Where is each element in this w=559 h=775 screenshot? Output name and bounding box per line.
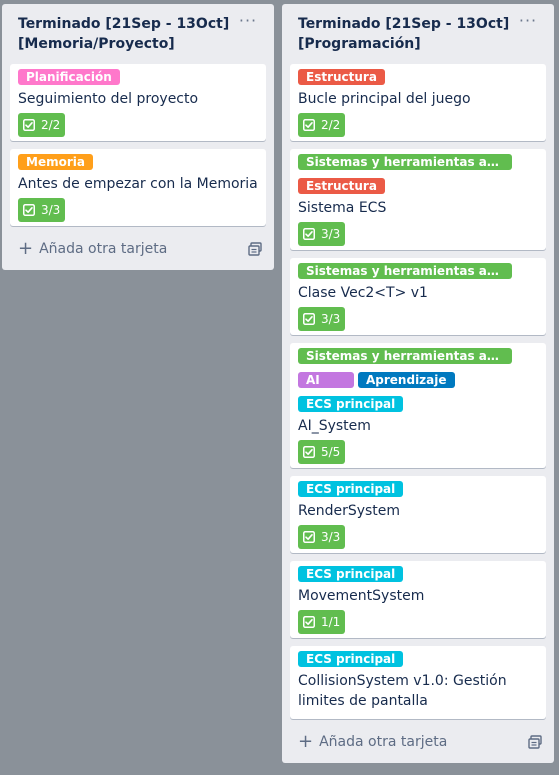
checklist-badge: 3/3 bbox=[298, 525, 346, 549]
card[interactable]: Sistemas y herramientas auxiliares Estruc… bbox=[290, 149, 546, 250]
list-menu-icon[interactable]: ··· bbox=[516, 12, 540, 36]
card-labels: Planificación bbox=[18, 69, 258, 89]
add-card-label: Añada otra tarjeta bbox=[39, 241, 168, 257]
checklist-icon bbox=[23, 204, 35, 216]
checklist-badge: 2/2 bbox=[18, 113, 66, 137]
card-labels: Sistemas y herramientas auxiliares AIApre… bbox=[298, 348, 538, 416]
checklist-icon bbox=[303, 446, 315, 458]
card[interactable]: Estructura Bucle principal del juego 2/2 bbox=[290, 64, 546, 141]
card-title: RenderSystem bbox=[298, 503, 401, 519]
card-label[interactable]: Aprendizaje bbox=[358, 372, 455, 388]
card-labels: ECS principal bbox=[298, 481, 538, 501]
card-title: Bucle principal del juego bbox=[298, 91, 471, 107]
card[interactable]: Planificación Seguimiento del proyecto 2/2 bbox=[10, 64, 266, 141]
add-card-button[interactable]: + Añada otra tarjeta bbox=[298, 733, 447, 751]
card-labels: Memoria bbox=[18, 154, 258, 174]
plus-icon: + bbox=[18, 238, 34, 259]
checklist-icon bbox=[303, 616, 315, 628]
card-label[interactable]: ECS principal bbox=[298, 651, 404, 667]
checklist-badge: 2/2 bbox=[298, 113, 346, 137]
card-labels: Sistemas y herramientas auxiliares bbox=[298, 263, 538, 283]
add-card-row: + Añada otra tarjeta bbox=[290, 727, 546, 757]
add-card-button[interactable]: + Añada otra tarjeta bbox=[18, 240, 167, 258]
card-labels: Estructura bbox=[298, 69, 538, 89]
checklist-count: 3/3 bbox=[321, 312, 341, 326]
list: Terminado [21Sep - 13Oct] [Memoria/Proye… bbox=[2, 4, 274, 270]
card-title: AI_System bbox=[298, 418, 371, 434]
card-label[interactable]: Sistemas y herramientas auxiliares bbox=[298, 154, 512, 170]
plus-icon: + bbox=[298, 731, 314, 752]
checklist-count: 5/5 bbox=[321, 445, 341, 459]
card-labels: ECS principal bbox=[298, 566, 538, 586]
checklist-badge: 3/3 bbox=[298, 307, 346, 331]
checklist-icon bbox=[23, 119, 35, 131]
checklist-count: 3/3 bbox=[41, 203, 61, 217]
card-labels: ECS principal bbox=[298, 651, 538, 671]
checklist-badge: 1/1 bbox=[298, 610, 346, 634]
card-title: MovementSystem bbox=[298, 588, 425, 604]
card[interactable]: ECS principal RenderSystem 3/3 bbox=[290, 476, 546, 553]
list-title[interactable]: Terminado [21Sep - 13Oct] [Memoria/Proye… bbox=[18, 14, 230, 54]
card-label[interactable]: Estructura bbox=[298, 178, 385, 194]
card-title: Antes de empezar con la Memoria bbox=[18, 176, 258, 192]
checklist-count: 2/2 bbox=[41, 118, 61, 132]
checklist-count: 2/2 bbox=[321, 118, 341, 132]
card-title: Seguimiento del proyecto bbox=[18, 91, 199, 107]
card-title: CollisionSystem v1.0: Gestión limites de… bbox=[298, 673, 507, 709]
list-header: Terminado [21Sep - 13Oct] [Memoria/Proye… bbox=[10, 4, 266, 64]
card[interactable]: ECS principal CollisionSystem v1.0: Gesti… bbox=[290, 646, 546, 719]
card-label[interactable]: ECS principal bbox=[298, 481, 404, 497]
card-label[interactable]: Sistemas y herramientas auxiliares bbox=[298, 263, 512, 279]
checklist-count: 3/3 bbox=[321, 227, 341, 241]
list-header: Terminado [21Sep - 13Oct] [Programación]… bbox=[290, 4, 546, 64]
card-label[interactable]: Sistemas y herramientas auxiliares bbox=[298, 348, 512, 364]
list-menu-icon[interactable]: ··· bbox=[236, 12, 260, 36]
card[interactable]: Sistemas y herramientas auxiliares Clase … bbox=[290, 258, 546, 335]
card-template-icon[interactable] bbox=[528, 735, 542, 749]
card[interactable]: Sistemas y herramientas auxiliares AIApre… bbox=[290, 343, 546, 468]
card-label[interactable]: Memoria bbox=[18, 154, 93, 170]
card-label[interactable]: Planificación bbox=[18, 69, 120, 85]
list: Terminado [21Sep - 13Oct] [Programación]… bbox=[282, 4, 554, 763]
checklist-badge: 3/3 bbox=[18, 198, 66, 222]
checklist-icon bbox=[303, 228, 315, 240]
checklist-icon bbox=[303, 313, 315, 325]
card-label[interactable]: Estructura bbox=[298, 69, 385, 85]
card-label[interactable]: ECS principal bbox=[298, 566, 404, 582]
checklist-count: 3/3 bbox=[321, 530, 341, 544]
card-label[interactable]: AI bbox=[298, 372, 354, 388]
card[interactable]: ECS principal MovementSystem 1/1 bbox=[290, 561, 546, 638]
checklist-icon bbox=[303, 119, 315, 131]
card-template-icon[interactable] bbox=[248, 242, 262, 256]
card-labels: Sistemas y herramientas auxiliares Estruc… bbox=[298, 154, 538, 198]
card-title: Clase Vec2<T> v1 bbox=[298, 285, 428, 301]
add-card-label: Añada otra tarjeta bbox=[319, 734, 448, 750]
card-title: Sistema ECS bbox=[298, 200, 387, 216]
checklist-icon bbox=[303, 531, 315, 543]
checklist-badge: 5/5 bbox=[298, 440, 346, 464]
card[interactable]: Memoria Antes de empezar con la Memoria 3/… bbox=[10, 149, 266, 226]
list-title[interactable]: Terminado [21Sep - 13Oct] [Programación] bbox=[298, 14, 510, 54]
checklist-count: 1/1 bbox=[321, 615, 341, 629]
checklist-badge: 3/3 bbox=[298, 222, 346, 246]
card-label[interactable]: ECS principal bbox=[298, 396, 404, 412]
add-card-row: + Añada otra tarjeta bbox=[10, 234, 266, 264]
